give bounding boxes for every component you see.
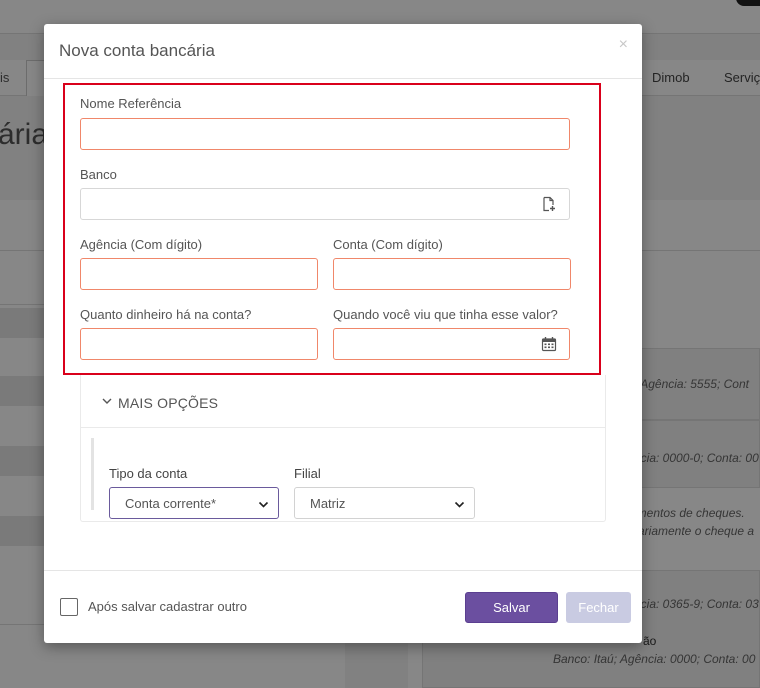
modal-header: Nova conta bancária × (44, 24, 642, 79)
more-options-toggle[interactable]: MAIS OPÇÕES (81, 375, 605, 428)
filial-value: Matriz (310, 496, 346, 511)
quando-viu-date-input[interactable] (333, 328, 570, 360)
more-options-label: MAIS OPÇÕES (118, 395, 219, 411)
add-document-icon[interactable] (541, 196, 557, 212)
cadastrar-outro-label[interactable]: Após salvar cadastrar outro (88, 599, 247, 614)
more-options-panel: MAIS OPÇÕES Tipo da conta Conta corrente… (80, 375, 606, 522)
modal-title: Nova conta bancária (59, 41, 215, 60)
close-icon[interactable]: × (619, 36, 628, 54)
conta-label: Conta (Com dígito) (333, 237, 443, 252)
section-indicator (91, 438, 94, 510)
quando-viu-label: Quando você viu que tinha esse valor? (333, 307, 558, 322)
conta-input[interactable] (333, 258, 571, 290)
modal-footer: Após salvar cadastrar outro Salvar Fecha… (44, 570, 642, 643)
filial-select[interactable]: Matriz (294, 487, 475, 519)
tipo-conta-label: Tipo da conta (109, 466, 188, 481)
quanto-dinheiro-input[interactable] (80, 328, 318, 360)
agencia-input[interactable] (80, 258, 318, 290)
tipo-conta-value: Conta corrente* (125, 496, 217, 511)
close-button[interactable]: Fechar (566, 592, 631, 623)
chevron-down-icon (102, 398, 112, 404)
chevron-down-icon (454, 501, 465, 508)
banco-label: Banco (80, 167, 117, 182)
cadastrar-outro-checkbox[interactable] (60, 598, 78, 616)
quanto-dinheiro-label: Quanto dinheiro há na conta? (80, 307, 252, 322)
nome-referencia-label: Nome Referência (80, 96, 182, 111)
agencia-label: Agência (Com dígito) (80, 237, 203, 252)
banco-input[interactable] (80, 188, 570, 220)
chevron-down-icon (258, 501, 269, 508)
save-button[interactable]: Salvar (465, 592, 558, 623)
calendar-icon[interactable] (541, 336, 557, 352)
nome-referencia-input[interactable] (80, 118, 570, 150)
filial-label: Filial (294, 466, 321, 481)
tipo-conta-select[interactable]: Conta corrente* (109, 487, 279, 519)
new-bank-account-modal: Nova conta bancária × Nome Referência Ba… (44, 24, 642, 643)
